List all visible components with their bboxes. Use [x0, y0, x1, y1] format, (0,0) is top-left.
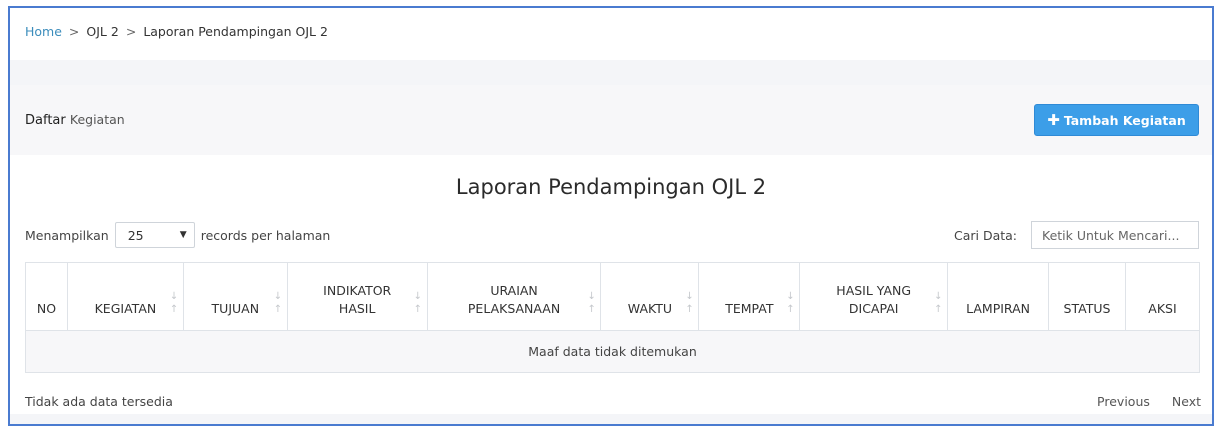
sort-icon: ↓ ↑ [169, 291, 179, 315]
plus-icon: ✚ [1047, 110, 1060, 129]
previous-button[interactable]: Previous [1097, 394, 1150, 409]
sort-icon: ↓ ↑ [587, 291, 596, 315]
col-label-line2: LAMPIRAN [966, 301, 1031, 316]
breadcrumb: Home > OJL 2 > Laporan Pendampingan OJL 2 [10, 8, 1212, 60]
breadcrumb-separator: > [125, 24, 137, 39]
next-button[interactable]: Next [1172, 394, 1201, 409]
sort-icon: ↓ ↑ [786, 291, 795, 315]
length-suffix: records per halaman [200, 227, 331, 243]
panel-title-strong: Daftar [25, 113, 66, 128]
table-controls: Menampilkan 25 ▼ records per halaman Car… [10, 220, 1212, 250]
table-info: Tidak ada data tersedia [25, 393, 173, 409]
sort-icon: ↓ ↑ [273, 291, 283, 315]
sort-icon: ↓ ↑ [934, 291, 943, 315]
breadcrumb-current: Laporan Pendampingan OJL 2 [143, 24, 328, 39]
col-uraian-pelaksanaan[interactable]: URAIAN PELAKSANAAN ↓ ↑ [426, 262, 602, 331]
table-row: Maaf data tidak ditemukan [25, 330, 1200, 373]
col-label-line2: WAKTU [627, 301, 673, 316]
caret-down-icon: ▼ [179, 230, 187, 240]
col-kegiatan[interactable]: KEGIATAN ↓ ↑ [66, 262, 184, 331]
report-title: Laporan Pendampingan OJL 2 [455, 175, 767, 199]
col-label-line2: DICAPAI [848, 301, 899, 316]
col-label-line1: HASIL YANG [836, 283, 912, 298]
col-label-line2: HASIL [338, 301, 376, 316]
col-label-line2: AKSI [1148, 301, 1177, 316]
page-length-select[interactable]: 25 ▼ [114, 222, 195, 248]
table-footer: Tidak ada data tersedia Previous Next [10, 390, 1212, 412]
breadcrumb-home[interactable]: Home [25, 24, 62, 39]
breadcrumb-ojl2[interactable]: OJL 2 [86, 24, 118, 39]
length-prefix: Menampilkan [25, 227, 109, 243]
col-aksi: AKSI [1124, 262, 1201, 331]
col-label-line1: INDIKATOR [323, 283, 392, 298]
col-label-line2: KEGIATAN [94, 301, 157, 316]
panel-header: Daftar Kegiatan ✚ Tambah Kegiatan [10, 85, 1212, 155]
add-activity-button[interactable]: ✚ Tambah Kegiatan [1034, 104, 1199, 136]
empty-message: Maaf data tidak ditemukan [25, 330, 1200, 373]
pagination: Previous Next [1097, 394, 1201, 409]
page-frame: Home > OJL 2 > Laporan Pendampingan OJL 2 Da… [8, 6, 1214, 426]
sort-icon: ↓ ↑ [685, 291, 694, 315]
col-no: NO [25, 262, 68, 331]
panel-title-light: Kegiatan [69, 112, 125, 127]
page-length-control: Menampilkan 25 ▼ records per halaman [25, 222, 330, 248]
col-label-line2: STATUS [1063, 301, 1111, 316]
search-label: Cari Data: [953, 227, 1017, 243]
page-length-value: 25 [127, 227, 144, 243]
col-hasil-dicapai[interactable]: HASIL YANG DICAPAI ↓ ↑ [799, 262, 949, 331]
col-label-line2: PELAKSANAAN [467, 301, 561, 316]
breadcrumb-separator: > [68, 24, 80, 39]
col-label-line2: TUJUAN [211, 301, 260, 316]
col-lampiran: LAMPIRAN [947, 262, 1050, 331]
col-label-line2: NO [36, 301, 57, 316]
activity-table: NO KEGIATAN ↓ ↑ TUJUAN ↓ ↑ INDIKATOR HASIL … [25, 262, 1201, 373]
spacer [10, 60, 1212, 85]
panel-title: Daftar Kegiatan [25, 112, 125, 128]
search-input[interactable] [1031, 221, 1199, 249]
col-label-line2: TEMPAT [725, 301, 774, 316]
bottom-strip [10, 414, 1212, 424]
sort-icon: ↓ ↑ [413, 291, 423, 315]
search-control: Cari Data: [954, 221, 1199, 249]
col-status: STATUS [1048, 262, 1126, 331]
col-tempat[interactable]: TEMPAT ↓ ↑ [698, 262, 801, 331]
col-waktu[interactable]: WAKTU ↓ ↑ [600, 262, 700, 331]
table-header-row: NO KEGIATAN ↓ ↑ TUJUAN ↓ ↑ INDIKATOR HASIL … [25, 262, 1201, 331]
col-indikator-hasil[interactable]: INDIKATOR HASIL ↓ ↑ [286, 262, 428, 331]
col-label-line1: URAIAN [490, 283, 538, 298]
add-activity-label: Tambah Kegiatan [1063, 112, 1186, 128]
col-tujuan[interactable]: TUJUAN ↓ ↑ [182, 262, 288, 331]
